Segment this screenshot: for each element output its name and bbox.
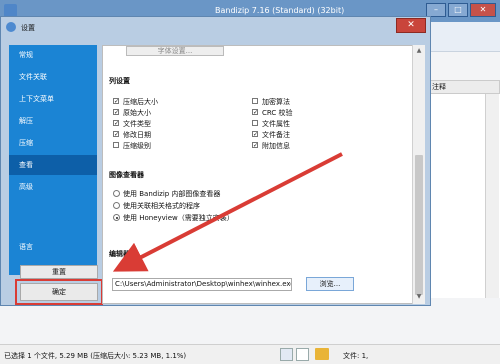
arrow-line <box>112 152 343 272</box>
app-window: Bandizip 7.16 (Standard) (32bit) – □ ✕ 注… <box>0 0 500 364</box>
annotation-arrow <box>112 152 343 272</box>
